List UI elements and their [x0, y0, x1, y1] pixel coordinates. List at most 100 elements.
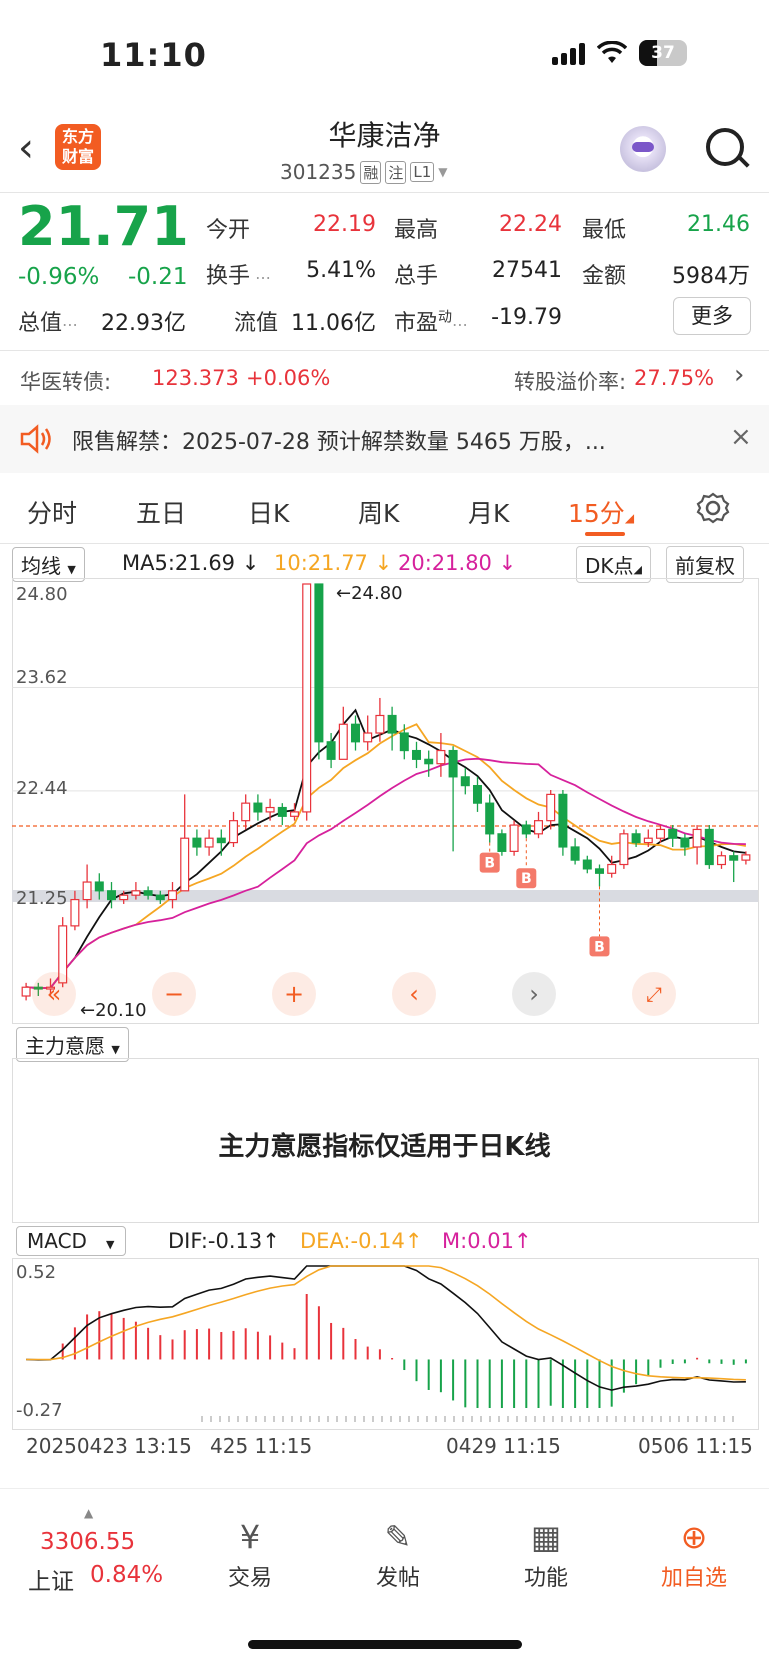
candle-body	[204, 837, 214, 848]
home-indicator	[248, 1640, 522, 1649]
macd-y-bottom: -0.27	[16, 1400, 63, 1421]
candle-body	[192, 837, 202, 848]
tab-daily-k[interactable]: 日K	[248, 494, 289, 530]
candle-body	[729, 855, 739, 861]
pe-value: -19.79	[491, 305, 562, 330]
candle-body	[643, 837, 653, 844]
macd-select[interactable]: MACD ▼	[16, 1226, 126, 1256]
divider	[0, 543, 769, 544]
dea-line	[26, 1265, 746, 1381]
candle-body	[436, 749, 446, 765]
more-button[interactable]: 更多	[673, 297, 751, 335]
candle-body	[265, 806, 275, 813]
index-change[interactable]: 0.84%	[90, 1562, 163, 1588]
candle-body	[509, 824, 519, 852]
assistant-robot-icon[interactable]	[620, 126, 666, 172]
add-watchlist-icon: ⊕	[680, 1518, 708, 1556]
candle-body	[546, 793, 556, 822]
amount-label: 金额	[582, 264, 627, 289]
tab-15min[interactable]: 15分◢	[568, 494, 634, 530]
tag-registered: 注	[385, 160, 407, 184]
candle-body	[607, 863, 617, 874]
tab-intraday[interactable]: 分时	[27, 494, 77, 530]
candle-body	[131, 890, 141, 896]
candle-body	[594, 868, 605, 874]
nav-trade[interactable]: ¥ 交易	[210, 1518, 290, 1592]
trade-icon: ¥	[239, 1518, 261, 1556]
candle-body	[82, 881, 92, 901]
buy-signal-label: B	[521, 871, 532, 887]
zoom-out-icon[interactable]: −	[152, 972, 196, 1016]
main-force-message: 主力意愿指标仅适用于日K线	[218, 1132, 551, 1162]
candle-body	[167, 890, 178, 901]
chevron-right-icon[interactable]: ›	[512, 972, 556, 1016]
nav-post[interactable]: ✎ 发帖	[358, 1518, 438, 1592]
low-price-marker: ←20.10	[80, 1000, 147, 1021]
candle-body	[375, 714, 385, 734]
candle-body	[314, 583, 324, 743]
candle-body	[741, 854, 751, 861]
ma20-value: 20:21.80 ↓	[398, 551, 517, 575]
candle-body	[668, 828, 678, 839]
gear-icon[interactable]	[696, 491, 730, 525]
candle-body	[143, 890, 153, 896]
chevron-left-icon[interactable]: ‹	[392, 972, 436, 1016]
pe-label[interactable]: 市盈动⋯	[394, 305, 468, 337]
ma5-line	[26, 708, 747, 990]
tab-five-day[interactable]: 五日	[136, 494, 186, 530]
chevron-right-icon[interactable]: ›	[734, 360, 744, 390]
candle-body	[119, 894, 129, 901]
time-label-3: 0429 11:15	[446, 1434, 561, 1458]
stock-code: 301235	[280, 160, 357, 184]
y-label-4: 21.25	[16, 888, 68, 909]
cellular-signal-icon	[552, 41, 585, 65]
nav-add-watchlist[interactable]: ⊕ 加自选	[654, 1518, 734, 1592]
m-value: M:0.01↑	[442, 1229, 532, 1253]
candle-body	[289, 811, 300, 817]
index-value[interactable]: 3306.55	[40, 1529, 135, 1555]
zoom-in-icon[interactable]: +	[272, 972, 316, 1016]
nav-function[interactable]: ▦ 功能	[506, 1518, 586, 1592]
low-value: 21.46	[687, 212, 750, 237]
mktcap-label[interactable]: 总值⋯	[18, 305, 78, 337]
index-name[interactable]: 上证	[28, 1562, 74, 1596]
candle-body	[460, 776, 470, 787]
bond-label[interactable]: 华医转债:	[20, 366, 111, 396]
stock-code-row[interactable]: 301235 融 注 L1 ▼	[280, 160, 448, 184]
kline-chart: B B B	[12, 583, 758, 1001]
chevron-down-icon: ▼	[438, 165, 448, 179]
buy-signal-label: B	[594, 939, 605, 955]
tab-underline	[585, 532, 625, 536]
candle-body	[70, 898, 80, 927]
float-value: 11.06亿	[291, 311, 376, 336]
candle-body	[350, 723, 361, 743]
turnover-label[interactable]: 换手 ⋯	[206, 258, 271, 290]
status-time: 11:10	[100, 36, 207, 74]
y-label-3: 22.44	[16, 778, 68, 799]
candle-body	[424, 758, 434, 765]
expand-icon[interactable]: ⤢	[632, 972, 676, 1016]
candle-body	[411, 749, 422, 760]
tab-weekly-k[interactable]: 周K	[358, 494, 399, 530]
divider	[0, 350, 769, 351]
y-label-2: 23.62	[16, 667, 68, 688]
search-icon[interactable]	[706, 128, 744, 166]
high-price-marker: ←24.80	[336, 583, 403, 604]
turnover-value: 5.41%	[306, 258, 376, 283]
mktcap-value: 22.93亿	[101, 311, 186, 336]
candle-body	[704, 828, 714, 866]
candle-body	[338, 723, 348, 760]
ma5-value: MA5:21.69 ↓	[122, 551, 260, 575]
close-icon[interactable]: ×	[730, 422, 752, 452]
tab-monthly-k[interactable]: 月K	[468, 494, 509, 530]
candle-body	[619, 833, 629, 866]
current-price: 21.71	[18, 195, 189, 258]
candle-body	[21, 986, 31, 997]
post-icon: ✎	[384, 1518, 412, 1556]
candle-body	[485, 802, 495, 835]
double-left-icon[interactable]: «	[32, 972, 76, 1016]
candle-body	[106, 890, 117, 901]
candle-body	[655, 828, 666, 839]
main-force-select[interactable]: 主力意愿 ▼	[16, 1027, 129, 1062]
indicator-select[interactable]: 均线 ▼	[12, 547, 85, 582]
